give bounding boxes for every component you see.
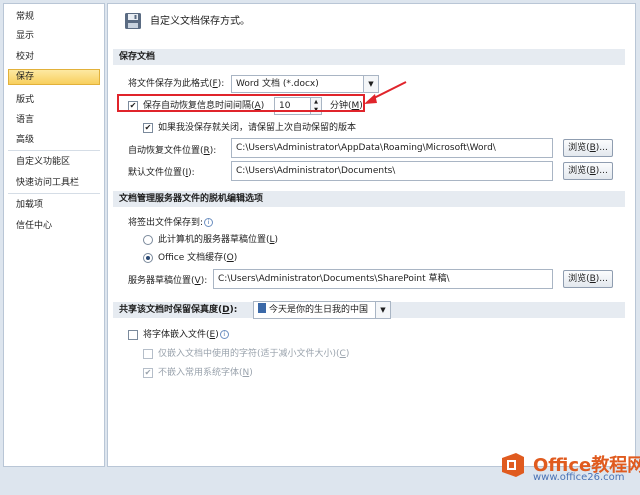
sidebar-divider [8,193,100,194]
fidelity-document-value: 今天是你的生日我的中国 [269,305,369,315]
info-icon: i [219,330,229,339]
radio-office-cache-label: Office 文档缓存(O) [158,253,238,263]
save-format-value: Word 文档 (*.docx) [236,79,319,89]
fidelity-document-dropdown[interactable]: 今天是你的生日我的中国 ▼ [253,301,391,319]
watermark-url: www.office26.com [533,472,625,483]
options-sidebar: 常规 显示 校对 保存 版式 语言 高级 自定义功能区 快速访问工具栏 加载项 … [3,3,105,467]
sidebar-item-language[interactable]: 语言 [8,112,100,128]
checkout-label: 将签出文件保存到: i [128,216,214,230]
sidebar-item-save[interactable]: 保存 [8,69,100,85]
radio-server-drafts[interactable] [143,235,153,245]
autorecover-location-label: 自动恢复文件位置(R): [128,146,217,156]
sidebar-item-advanced[interactable]: 高级 [8,132,100,148]
no-system-fonts-label: 不嵌入常用系统字体(N) [158,368,253,378]
sidebar-item-label: 保存 [16,72,35,82]
section-header-save-docs: 保存文档 [113,49,625,65]
info-icon: i [204,218,214,227]
sidebar-item-quick-access-toolbar[interactable]: 快速访问工具栏 [8,175,100,191]
sidebar-item-label: 校对 [16,52,35,62]
page-title: 自定义文档保存方式。 [150,16,250,27]
sidebar-item-label: 语言 [16,115,35,125]
sidebar-item-proofing[interactable]: 校对 [8,49,100,65]
autorecover-location-input[interactable]: C:\Users\Administrator\AppData\Roaming\M… [231,138,553,158]
chevron-down-icon: ▼ [375,302,390,318]
browse-default-button[interactable]: 浏览(B)... [563,162,613,180]
sidebar-divider [8,150,100,151]
sidebar-item-label: 快速访问工具栏 [16,178,80,188]
annotation-highlight-box [117,94,365,112]
drafts-location-label: 服务器草稿位置(V): [128,276,208,286]
sidebar-item-label: 高级 [16,135,35,145]
default-location-input[interactable]: C:\Users\Administrator\Documents\ [231,161,553,181]
sidebar-item-add-ins[interactable]: 加载项 [8,197,100,213]
no-system-fonts-checkbox[interactable]: ✔ [143,368,153,378]
save-options-panel: 自定义文档保存方式。 保存文档 将文件保存为此格式(F): Word 文档 (*… [107,3,636,467]
section-header-offline-edit: 文档管理服务器文件的脱机编辑选项 [113,191,625,207]
default-location-label: 默认文件位置(I): [128,168,195,178]
browse-autorecover-button[interactable]: 浏览(B)... [563,139,613,157]
sidebar-item-customize-ribbon[interactable]: 自定义功能区 [8,154,100,170]
embed-fonts-label: 将字体嵌入文件(E) i [143,328,229,342]
keep-last-version-checkbox[interactable]: ✔ [143,123,153,133]
sidebar-item-label: 版式 [16,95,35,105]
embed-used-chars-label: 仅嵌入文档中使用的字符(适于减小文件大小)(C) [158,349,350,359]
sidebar-item-label: 自定义功能区 [16,157,71,167]
annotation-arrow-icon [364,81,407,104]
radio-server-drafts-label: 此计算机的服务器草稿位置(L) [158,235,279,245]
document-icon [258,303,266,313]
sidebar-item-layout[interactable]: 版式 [8,92,100,108]
save-format-dropdown[interactable]: Word 文档 (*.docx) ▼ [231,75,379,93]
drafts-location-input[interactable]: C:\Users\Administrator\Documents\SharePo… [213,269,553,289]
keep-last-version-label: 如果我没保存就关闭，请保留上次自动保留的版本 [158,123,357,133]
save-format-label: 将文件保存为此格式(F): [128,79,225,89]
sidebar-item-general[interactable]: 常规 [8,9,100,25]
site-watermark: Office教程网 www.office26.com [499,451,640,487]
sidebar-item-label: 加载项 [16,200,44,210]
sidebar-item-label: 信任中心 [16,221,53,231]
embed-used-chars-checkbox[interactable] [143,349,153,359]
embed-fonts-checkbox[interactable] [128,330,138,340]
sidebar-item-label: 显示 [16,31,35,41]
save-disk-icon [124,12,142,33]
office-logo-icon [502,453,524,477]
browse-drafts-button[interactable]: 浏览(B)... [563,270,613,288]
sidebar-item-trust-center[interactable]: 信任中心 [8,218,100,234]
radio-office-cache[interactable] [143,253,153,263]
sidebar-item-display[interactable]: 显示 [8,28,100,44]
sidebar-item-label: 常规 [16,12,35,22]
